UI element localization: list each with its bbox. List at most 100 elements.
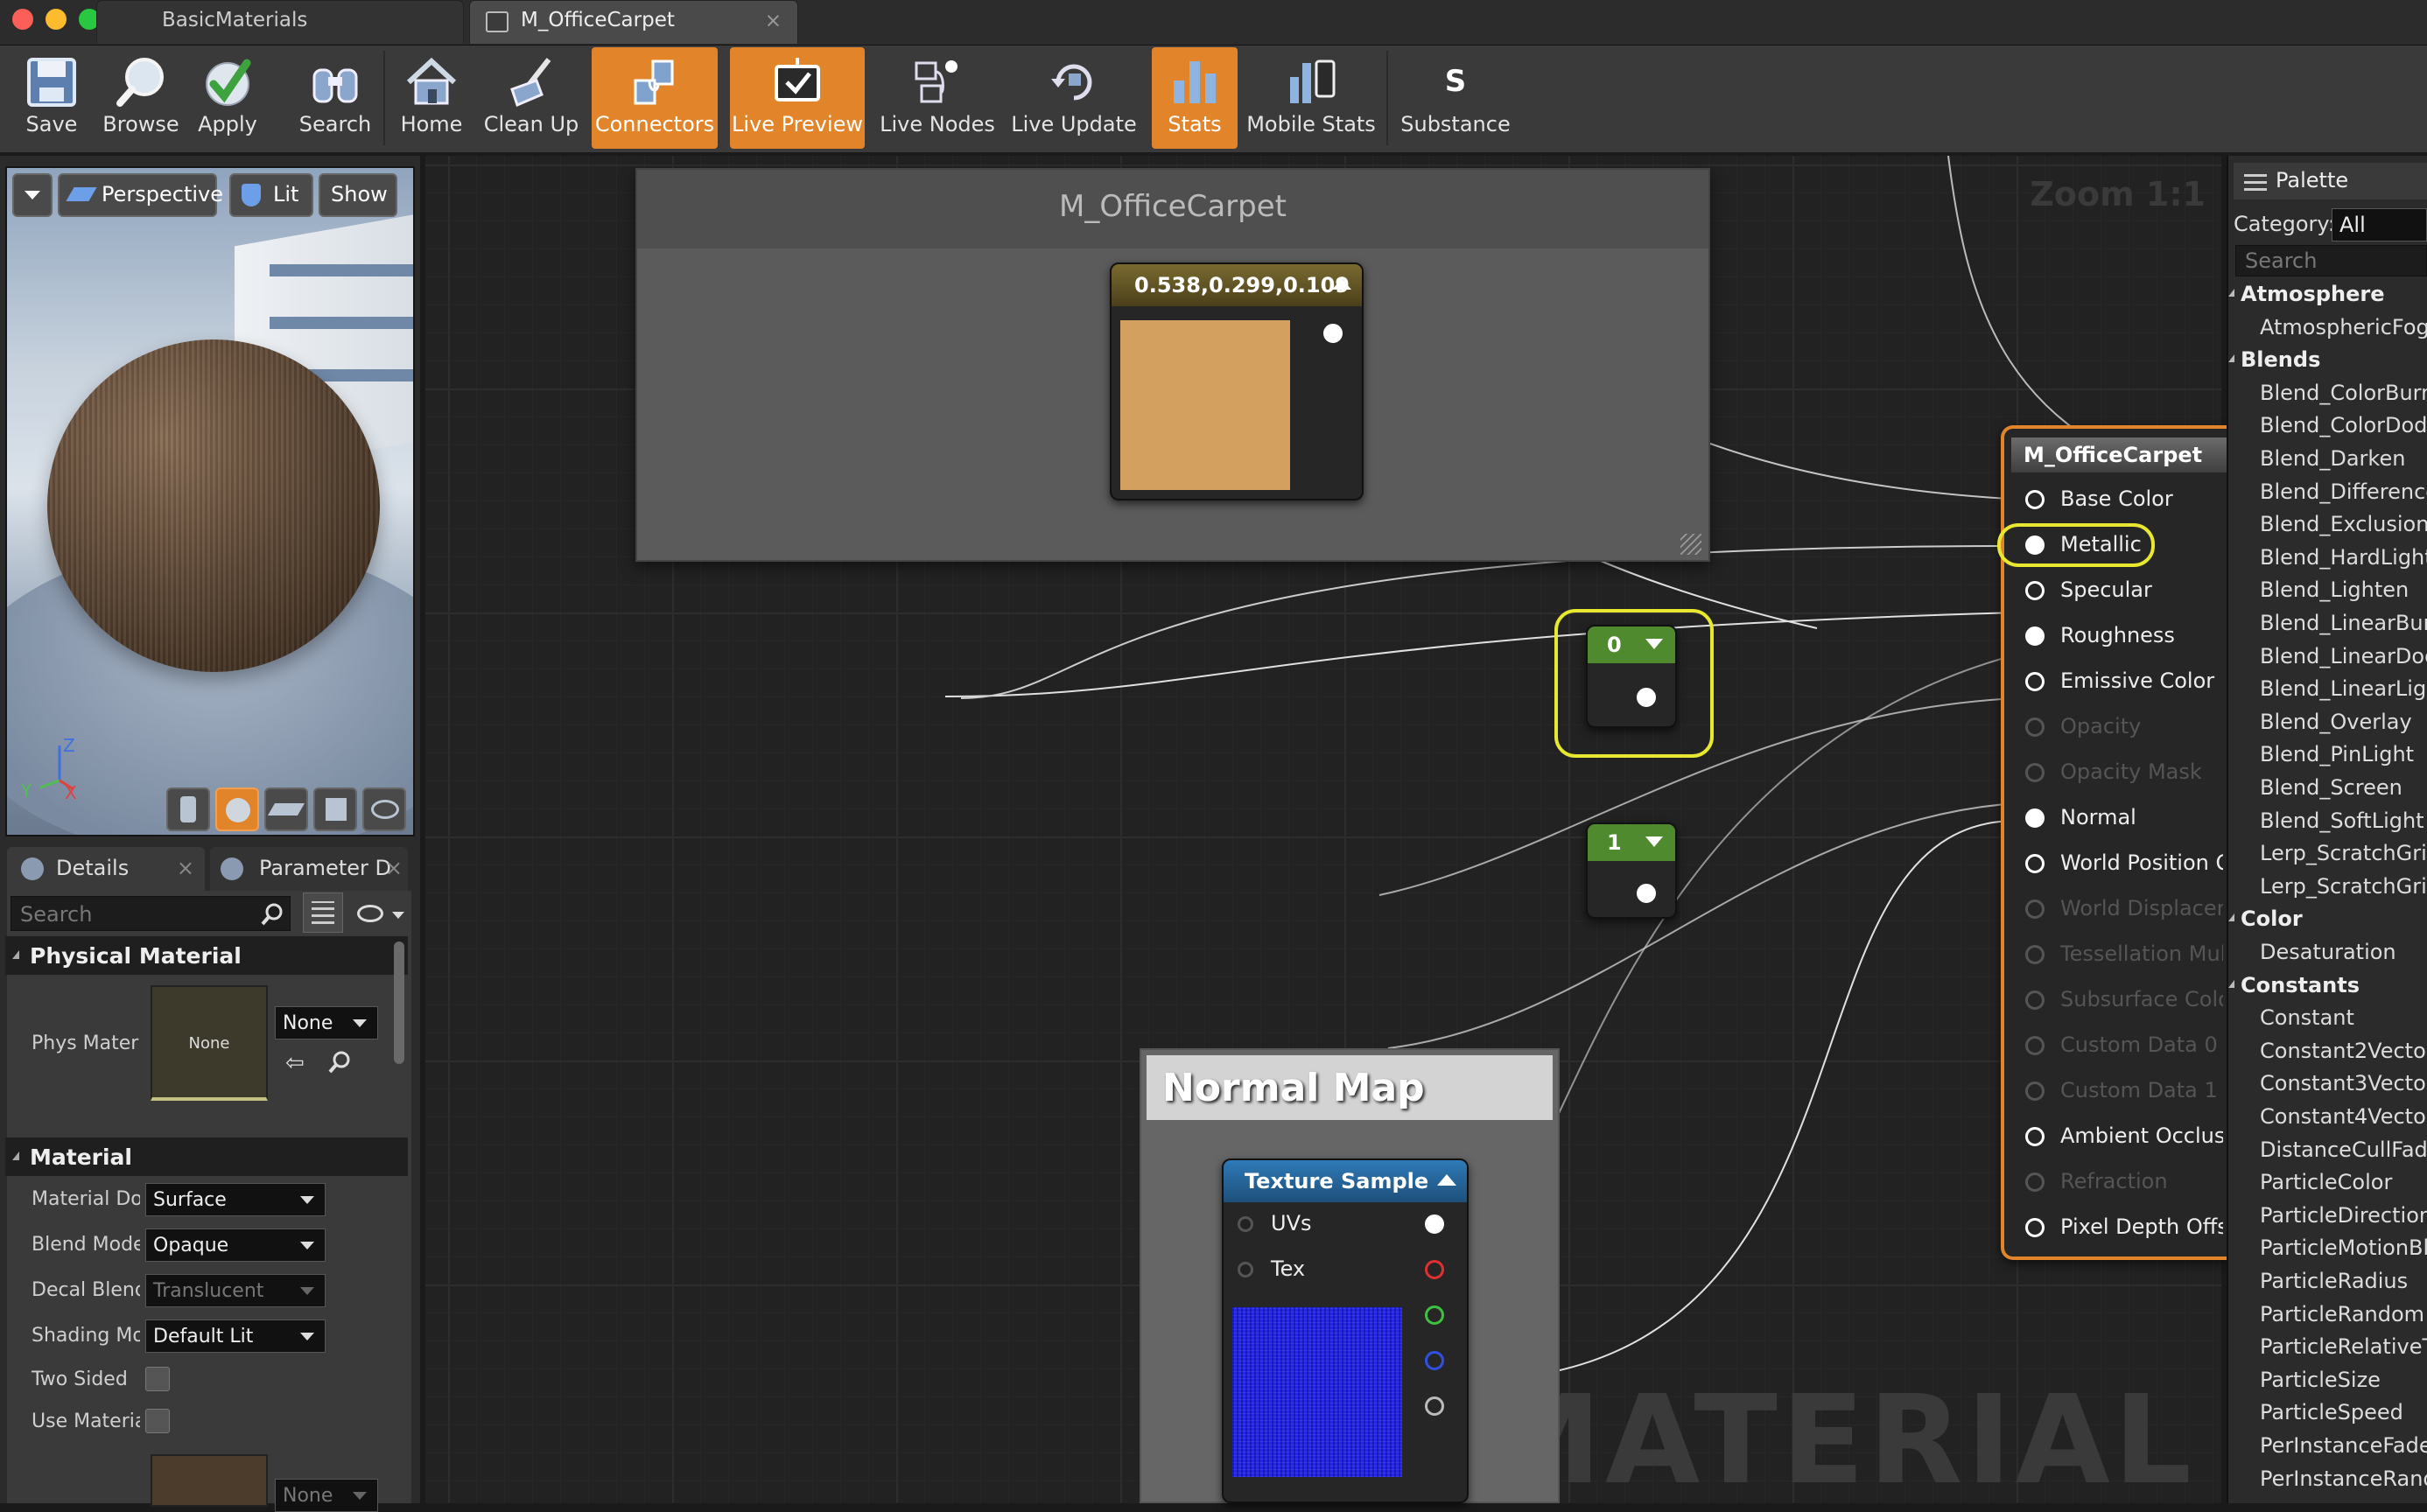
use-selected-arrow-icon[interactable]: ⇦ [285,1050,305,1076]
palette-item[interactable]: Constant2Vector [2260,1039,2427,1063]
perspective-button[interactable]: Perspective [58,173,223,217]
g-output-pin[interactable] [1425,1306,1444,1325]
palette-item[interactable]: Blend_HardLight [2260,545,2427,570]
phys-material-combo[interactable]: None [275,1006,378,1040]
live-nodes-button[interactable]: Live Nodes [875,47,1000,149]
live-preview-button[interactable]: Live Preview [730,47,865,149]
palette-category[interactable]: Constants [2228,973,2360,998]
tab-parameter-defaults[interactable]: Parameter D × [210,847,408,891]
result-input-pin[interactable] [2025,763,2045,782]
physical-material-section-header[interactable]: Physical Material [5,936,408,975]
close-details-tab-icon[interactable]: × [177,856,194,880]
resize-grip-icon[interactable] [1680,534,1701,555]
palette-item[interactable]: Constant [2260,1005,2354,1030]
palette-item[interactable]: ParticleColor [2260,1170,2392,1194]
texture-sample-node[interactable]: Texture Sample UVs Tex [1222,1158,1469,1503]
palette-item[interactable]: PerInstanceFade [2260,1433,2427,1458]
result-input-pin[interactable] [2025,1082,2045,1101]
palette-item[interactable]: Lerp_ScratchGri [2260,841,2427,865]
two-sided-checkbox[interactable] [145,1367,170,1391]
palette-item[interactable]: Blend_Darken [2260,446,2405,471]
result-input-pin[interactable] [2025,945,2045,964]
palette-item[interactable]: Blend_LinearLigh [2260,676,2427,701]
palette-item[interactable]: Desaturation [2260,940,2396,964]
visibility-options-button[interactable] [354,901,408,928]
palette-item[interactable]: AtmosphericFog [2260,315,2427,340]
result-input-pin[interactable] [2025,1036,2045,1055]
palette-item[interactable]: ParticleRelativeT [2260,1334,2427,1359]
preview-cube-button[interactable] [313,788,357,831]
mobile-stats-button[interactable]: Mobile Stats [1246,47,1376,149]
grid-view-button[interactable] [303,892,343,933]
save-button[interactable]: Save [9,47,95,149]
material-thumbnail[interactable] [151,1454,268,1507]
r-output-pin[interactable] [1425,1260,1444,1279]
collapse-arrow-icon[interactable] [1437,1174,1456,1186]
phys-material-thumbnail[interactable]: None [151,985,268,1101]
palette-item[interactable]: Blend_SoftLight [2260,808,2424,833]
search-button[interactable]: Search [292,47,378,149]
use-material-checkbox[interactable] [145,1409,170,1433]
palette-category[interactable]: Blends [2227,347,2320,372]
result-input-pin[interactable] [2025,1218,2045,1237]
viewport-options-button[interactable] [12,173,53,217]
palette-item[interactable]: Blend_Exclusion [2260,512,2427,536]
shading-model-combo[interactable]: Default Lit [145,1320,326,1353]
palette-item[interactable]: Blend_Lighten [2260,578,2409,602]
collapse-arrow-icon[interactable] [1645,836,1663,847]
result-input-pin[interactable] [2025,490,2045,509]
palette-item[interactable]: ParticleSpeed [2260,1400,2403,1424]
bottom-combo[interactable]: None [275,1479,378,1512]
collapse-arrow-icon[interactable] [1645,639,1663,649]
result-input-pin[interactable] [2025,672,2045,691]
palette-item[interactable]: ParticleMotionBl [2260,1236,2427,1260]
output-pin[interactable] [1637,688,1656,707]
preview-plane-button[interactable] [264,788,308,831]
blend-mode-combo[interactable]: Opaque [145,1228,326,1262]
constant-0-node[interactable]: 0 [1586,625,1677,728]
preview-sphere-button[interactable] [215,788,259,831]
palette-item[interactable]: Blend_ColorBurn [2260,381,2427,405]
palette-search-input[interactable]: Search [2235,245,2427,276]
output-pin[interactable] [1323,324,1343,343]
preview-mesh-button[interactable] [362,788,406,831]
palette-item[interactable]: Blend_ColorDodg [2260,413,2427,438]
browse-button[interactable]: Browse [98,47,184,149]
preview-viewport[interactable]: Z Y X [5,166,415,836]
palette-tab[interactable]: Palette [2234,163,2427,200]
result-input-pin[interactable] [2025,808,2045,828]
result-input-pin[interactable] [2025,854,2045,873]
palette-item[interactable]: ParticleRadius [2260,1269,2408,1293]
stats-button[interactable]: Stats [1152,47,1238,149]
browse-asset-icon[interactable] [327,1050,352,1074]
palette-item[interactable]: Blend_Overlay [2260,710,2412,734]
result-input-pin[interactable] [2025,1172,2045,1192]
palette-item[interactable]: Constant3Vector [2260,1071,2427,1096]
tex-input-pin[interactable] [1238,1262,1253,1278]
palette-category[interactable]: Atmosphere [2227,282,2384,306]
palette-item[interactable]: Blend_Difference [2260,480,2427,504]
rgb-output-pin[interactable] [1425,1214,1444,1234]
home-button[interactable]: Home [390,47,473,149]
tab-basicmaterials[interactable]: BasicMaterials [96,0,464,44]
palette-item[interactable]: Blend_PinLight [2260,742,2414,766]
details-search-input[interactable]: Search [11,896,291,931]
palette-item[interactable]: Blend_LinearBur [2260,611,2427,635]
result-input-pin[interactable] [2025,900,2045,919]
result-input-pin[interactable] [2025,718,2045,737]
tab-m-officecarpet[interactable]: M_OfficeCarpet × [469,0,798,44]
palette-item[interactable]: Blend_LinearDod [2260,644,2427,668]
uvs-input-pin[interactable] [1238,1216,1253,1232]
palette-item[interactable]: ParticleDirection [2260,1203,2427,1228]
preview-cylinder-button[interactable] [166,788,210,831]
palette-item[interactable]: ParticleRandom [2260,1302,2424,1326]
constant3vector-node[interactable]: 0.538,0.299,0.109 [1110,262,1364,500]
minimize-window-button[interactable] [46,9,67,30]
palette-item[interactable]: ParticleSize [2260,1368,2381,1392]
close-parameter-tab-icon[interactable]: × [385,856,403,880]
connectors-button[interactable]: Connectors [592,47,718,149]
a-output-pin[interactable] [1425,1396,1444,1416]
palette-item[interactable]: Constant4Vector [2260,1104,2427,1129]
substance-button[interactable]: S Substance [1393,47,1518,149]
lit-button[interactable]: Lit [229,173,313,217]
